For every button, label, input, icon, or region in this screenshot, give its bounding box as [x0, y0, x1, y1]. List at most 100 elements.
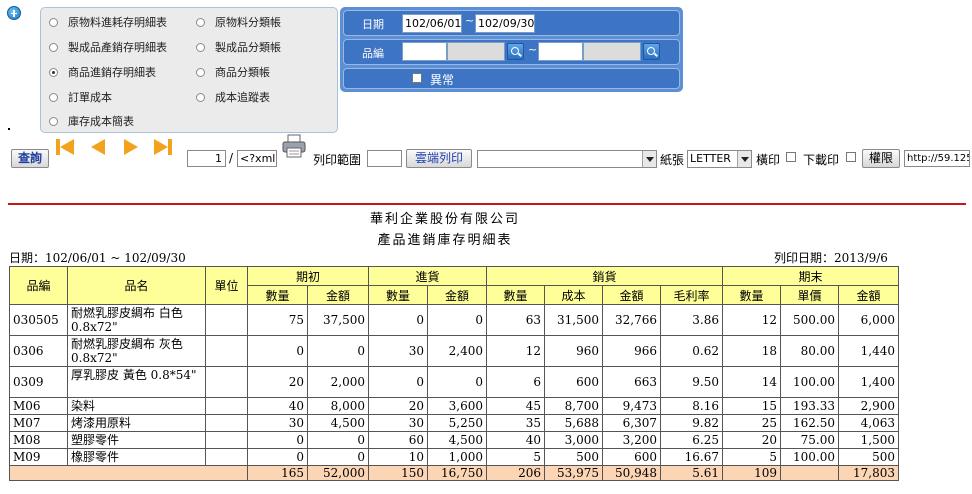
- value-cell: 600: [544, 366, 603, 398]
- option-raw-material-detail[interactable]: 原物料進耗存明細表: [49, 14, 167, 30]
- abnormal-checkbox[interactable]: [412, 73, 422, 83]
- sub-header: 數量: [722, 285, 781, 305]
- search-icon[interactable]: [507, 43, 524, 60]
- value-cell: 35: [486, 414, 545, 432]
- value-cell: 0: [247, 448, 308, 466]
- radio-icon[interactable]: [196, 92, 205, 102]
- cloud-print-button[interactable]: 雲端列印: [406, 149, 472, 168]
- page-input[interactable]: 1: [187, 150, 226, 167]
- value-cell: 193.33: [780, 397, 839, 415]
- value-cell: 12: [722, 304, 781, 336]
- product-label: 品編: [362, 47, 384, 60]
- next-page-icon[interactable]: [124, 139, 138, 155]
- report-title: 產品進銷庫存明細表: [377, 233, 513, 248]
- option-inventory-cost-summary[interactable]: 庫存成本簡表: [49, 113, 134, 129]
- sub-header: 金額: [427, 285, 487, 305]
- table-row: M07 烤漆用原料 30 4,500 30 5,250 35 5,688 6,307 9.82 25…: [9, 414, 899, 432]
- radio-icon[interactable]: [49, 17, 58, 27]
- value-cell: 37,500: [307, 304, 369, 336]
- value-cell: 18: [722, 335, 781, 367]
- value-cell: 6: [486, 366, 545, 398]
- abnormal-row: 異常: [343, 68, 680, 89]
- printer-icon[interactable]: [282, 134, 306, 158]
- value-cell: 3,000: [544, 431, 603, 449]
- download-label: 下載印: [803, 153, 840, 167]
- total-cell: 109: [722, 465, 781, 481]
- page-total: <?xml v: [237, 150, 277, 167]
- header-opening: 期初: [247, 266, 369, 286]
- date-to-input[interactable]: 102/09/30: [475, 14, 535, 33]
- date-from-input[interactable]: 102/06/01: [402, 14, 462, 33]
- value-cell: 5: [486, 448, 545, 466]
- product-code-cell: 0306: [9, 335, 68, 367]
- sub-header: 金額: [307, 285, 369, 305]
- value-cell: 0: [427, 304, 487, 336]
- option-raw-material-ledger[interactable]: 原物料分類帳: [196, 14, 281, 30]
- url-input[interactable]: http://59.125: [904, 150, 970, 167]
- total-cell: 53,975: [544, 465, 603, 481]
- product-code-cell: M06: [9, 397, 68, 415]
- print-date: 列印日期：2013/9/6: [774, 251, 888, 265]
- filter-panel: 日期 102/06/01 ~ 102/09/30 品編 ~ 異常: [340, 7, 683, 92]
- radio-selected-icon[interactable]: [49, 67, 58, 77]
- radio-icon[interactable]: [196, 42, 205, 52]
- printer-select[interactable]: [477, 150, 657, 168]
- value-cell: 15: [722, 397, 781, 415]
- option-cost-tracking[interactable]: 成本追蹤表: [196, 89, 270, 105]
- product-from-name: [447, 42, 505, 61]
- value-cell: 8,700: [544, 397, 603, 415]
- value-cell: 4,500: [307, 414, 369, 432]
- table-row: M08 塑膠零件 0 0 60 4,500 40 3,000 3,200 6.25 20 75.00 1…: [9, 431, 899, 449]
- option-goods-ledger[interactable]: 商品分類帳: [196, 64, 270, 80]
- divider-line: [8, 203, 966, 205]
- table-row: 0306 耐燃乳膠皮綢布 灰色 0.8x72" 0 0 30 2,400 12 960 966 0…: [9, 335, 899, 367]
- query-button[interactable]: 查詢: [11, 149, 49, 168]
- option-order-cost[interactable]: 訂單成本: [49, 89, 112, 105]
- permission-button[interactable]: 權限: [862, 149, 900, 168]
- add-icon[interactable]: [7, 6, 21, 20]
- radio-icon[interactable]: [49, 92, 58, 102]
- option-goods-detail[interactable]: 商品進銷存明細表: [49, 64, 156, 80]
- product-name-cell: 耐燃乳膠皮綢布 灰色 0.8x72": [67, 335, 206, 367]
- company-name: 華利企業股份有限公司: [369, 212, 520, 227]
- radio-icon[interactable]: [49, 42, 58, 52]
- download-checkbox[interactable]: [846, 152, 856, 162]
- last-page-icon[interactable]: [154, 139, 168, 155]
- prev-page-icon[interactable]: [91, 139, 105, 155]
- product-name-cell: 橡膠零件: [67, 448, 206, 466]
- value-cell: 0: [247, 335, 308, 367]
- product-from-input[interactable]: [402, 42, 447, 61]
- table-row: M09 橡膠零件 0 0 10 1,000 5 500 600 16.67 5 100.00 500: [9, 448, 899, 466]
- first-page-icon[interactable]: [60, 139, 74, 155]
- value-cell: 663: [602, 366, 661, 398]
- value-cell: 6.25: [660, 431, 723, 449]
- value-cell: 4,063: [838, 414, 899, 432]
- table-row: 030505 耐燃乳膠皮綢布 白色 0.8x72" 75 37,500 0 0 63 31,5…: [9, 304, 899, 336]
- product-to-input[interactable]: [538, 42, 583, 61]
- radio-icon[interactable]: [196, 67, 205, 77]
- value-cell: 80.00: [780, 335, 839, 367]
- paper-label: 紙張: [660, 153, 685, 167]
- radio-icon[interactable]: [196, 17, 205, 27]
- value-cell: 30: [247, 414, 308, 432]
- value-cell: 20: [247, 366, 308, 398]
- option-finished-goods-detail[interactable]: 製成品產銷存明細表: [49, 39, 167, 55]
- search-icon[interactable]: [643, 43, 660, 60]
- radio-icon[interactable]: [49, 116, 58, 126]
- value-cell: 5,688: [544, 414, 603, 432]
- print-range-input[interactable]: [367, 150, 402, 167]
- value-cell: 32,766: [602, 304, 661, 336]
- header-code: 品編: [9, 266, 68, 305]
- total-cell: 206: [486, 465, 545, 481]
- landscape-checkbox[interactable]: [786, 152, 796, 162]
- value-cell: 75: [247, 304, 308, 336]
- option-finished-goods-ledger[interactable]: 製成品分類帳: [196, 39, 281, 55]
- product-code-cell: M07: [9, 414, 68, 432]
- sub-header: 數量: [486, 285, 545, 305]
- product-name-cell: 烤漆用原料: [67, 414, 206, 432]
- paper-select[interactable]: LETTER: [687, 150, 752, 168]
- total-cell: 17,803: [838, 465, 899, 481]
- value-cell: 3.86: [660, 304, 723, 336]
- totals-spacer: [9, 465, 248, 481]
- table-row: 0309 厚乳膠皮 黃色 0.8*54" 20 2,000 0 0 6 600 663 9.50 1…: [9, 366, 899, 398]
